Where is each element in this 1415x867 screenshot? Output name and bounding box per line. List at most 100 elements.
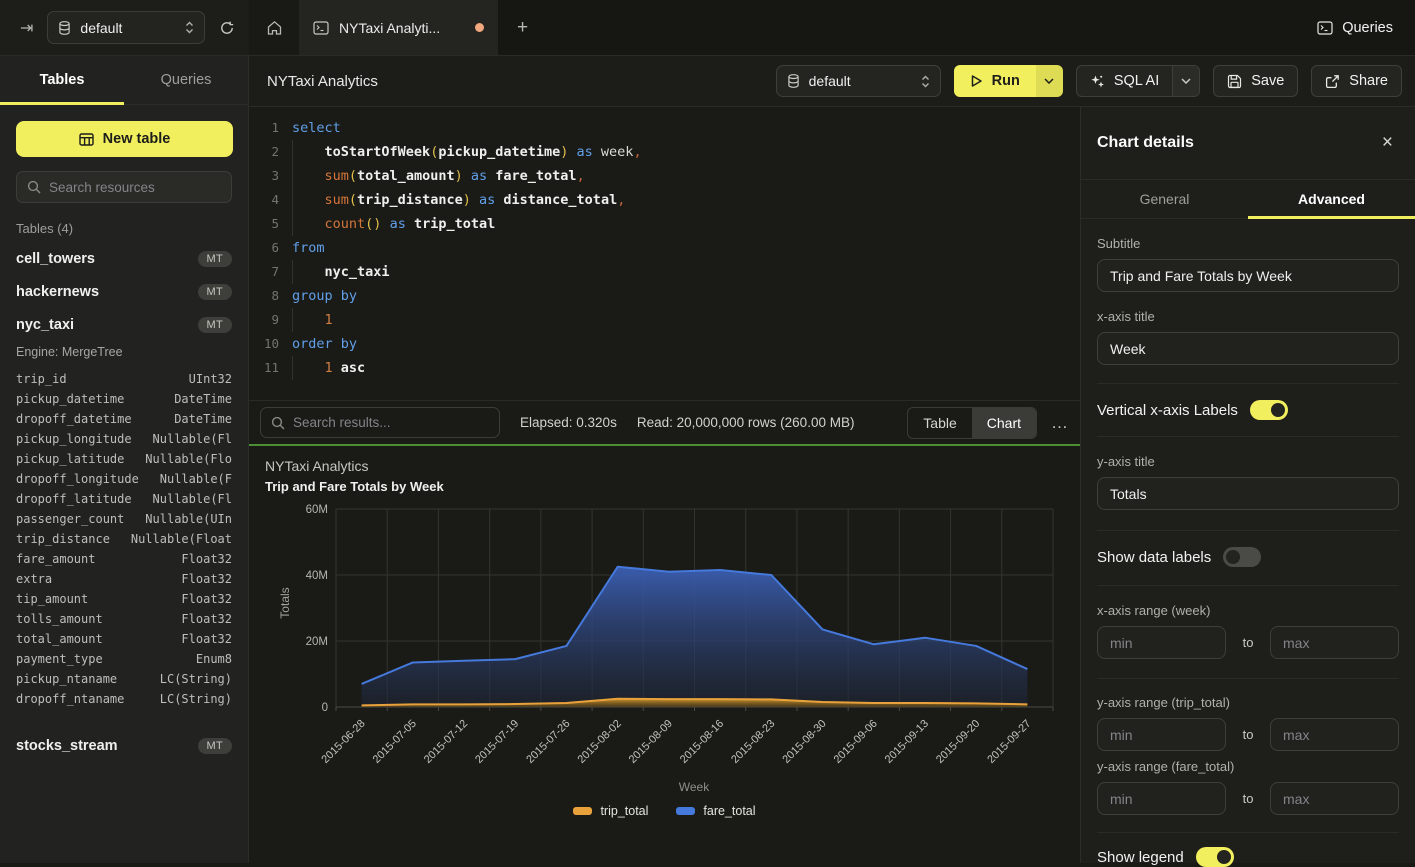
- table-row-cell_towers[interactable]: cell_towersMT: [16, 242, 232, 275]
- show-legend-row: Show legend: [1097, 847, 1399, 867]
- run-options-dropdown[interactable]: [1036, 65, 1063, 97]
- view-toggle-table[interactable]: Table: [908, 408, 971, 438]
- svg-text:2015-07-19: 2015-07-19: [473, 718, 521, 766]
- columns-list: trip_idUInt32pickup_datetimeDateTimedrop…: [16, 369, 232, 709]
- code-line: 8group by: [249, 284, 1080, 308]
- refresh-button[interactable]: [219, 20, 235, 36]
- column-row: fare_amountFloat32: [16, 549, 232, 569]
- query-tab[interactable]: NYTaxi Analyti...: [299, 0, 498, 55]
- column-row: trip_idUInt32: [16, 369, 232, 389]
- svg-text:60M: 60M: [306, 504, 328, 516]
- table-row-stocks_stream[interactable]: stocks_streamMT: [16, 729, 232, 762]
- collapse-sidebar-icon[interactable]: ⇥: [20, 18, 33, 38]
- table-row-hackernews[interactable]: hackernewsMT: [16, 275, 232, 308]
- svg-text:2015-07-05: 2015-07-05: [371, 718, 419, 766]
- to-label: to: [1226, 791, 1270, 806]
- chart-details-panel: Chart details × General Advanced Subtitl…: [1080, 107, 1415, 863]
- chevron-updown-icon: [921, 75, 930, 88]
- yrange-fare-min-input[interactable]: [1097, 782, 1226, 815]
- rows-read-stat: Read: 20,000,000 rows (260.00 MB): [637, 415, 855, 430]
- legend-swatch: [573, 807, 592, 815]
- app-root: { "colors": { "accent_yellow": "#F2EF5E"…: [0, 0, 1415, 863]
- unsaved-indicator-dot: [475, 23, 484, 32]
- tab-general[interactable]: General: [1081, 180, 1248, 218]
- database-selector-top[interactable]: default: [47, 11, 205, 44]
- line-number: 5: [249, 212, 279, 236]
- column-row: passenger_countNullable(UIn: [16, 509, 232, 529]
- toolbar-actions: default Run SQL AI: [776, 65, 1402, 97]
- svg-text:2015-09-13: 2015-09-13: [883, 718, 931, 766]
- code-line: 1select: [249, 116, 1080, 140]
- table-name: nyc_taxi: [16, 317, 74, 333]
- yrange-trip-label: y-axis range (trip_total): [1097, 695, 1399, 710]
- share-button[interactable]: Share: [1311, 65, 1402, 97]
- yrange-trip-min-input[interactable]: [1097, 718, 1226, 751]
- database-icon: [787, 74, 800, 88]
- xrange-label: x-axis range (week): [1097, 603, 1399, 618]
- terminal-icon: [313, 21, 329, 35]
- legend-swatch: [676, 807, 695, 815]
- run-button[interactable]: Run: [954, 65, 1063, 97]
- sidebar-tab-queries[interactable]: Queries: [124, 56, 248, 104]
- line-number: 11: [249, 356, 279, 380]
- yaxis-title-input[interactable]: [1097, 477, 1399, 510]
- more-options-button[interactable]: …: [1051, 418, 1069, 428]
- view-toggle-chart[interactable]: Chart: [972, 408, 1036, 438]
- svg-text:2015-09-27: 2015-09-27: [985, 718, 1033, 766]
- xaxis-title-input[interactable]: [1097, 332, 1399, 365]
- table-name: cell_towers: [16, 251, 95, 267]
- to-label: to: [1226, 727, 1270, 742]
- run-button-label: Run: [992, 73, 1020, 89]
- new-table-label: New table: [103, 131, 171, 147]
- legend-item-trip_total[interactable]: trip_total: [573, 804, 648, 818]
- close-icon[interactable]: ×: [1382, 132, 1393, 154]
- vertical-labels-label: Vertical x-axis Labels: [1097, 402, 1238, 419]
- yrange-fare-max-input[interactable]: [1270, 782, 1399, 815]
- column-row: trip_distanceNullable(Float: [16, 529, 232, 549]
- sidebar: Tables Queries New table Tables (4) cell…: [0, 56, 249, 863]
- yaxis-title-label: y-axis title: [1097, 454, 1399, 469]
- search-resources-input[interactable]: [49, 180, 221, 195]
- column-row: dropoff_datetimeDateTime: [16, 409, 232, 429]
- sql-ai-label: SQL AI: [1114, 73, 1159, 89]
- results-search: [260, 407, 500, 438]
- panel-body: Subtitle x-axis title Vertical x-axis La…: [1081, 236, 1415, 867]
- save-button[interactable]: Save: [1213, 65, 1298, 97]
- subtitle-input[interactable]: [1097, 259, 1399, 292]
- panel-header: Chart details ×: [1081, 107, 1415, 180]
- engine-badge: MT: [198, 317, 232, 333]
- database-selector-toolbar[interactable]: default: [776, 65, 941, 97]
- data-labels-row: Show data labels: [1097, 547, 1399, 567]
- divider: [1097, 383, 1399, 384]
- column-row: dropoff_latitudeNullable(Fl: [16, 489, 232, 509]
- tables-section-label: Tables (4): [16, 221, 232, 236]
- code-line: 6from: [249, 236, 1080, 260]
- search-results-input[interactable]: [293, 415, 489, 430]
- yrange-trip-max-input[interactable]: [1270, 718, 1399, 751]
- svg-text:2015-08-02: 2015-08-02: [576, 718, 624, 766]
- line-number: 2: [249, 140, 279, 164]
- code-line: 3 sum(total_amount) as fare_total,: [249, 164, 1080, 188]
- chart-legend: trip_total fare_total: [249, 804, 1080, 818]
- legend-item-fare_total[interactable]: fare_total: [676, 804, 755, 818]
- queries-button[interactable]: Queries: [1317, 0, 1393, 55]
- new-table-button[interactable]: New table: [16, 121, 233, 157]
- save-icon: [1227, 74, 1242, 89]
- tab-advanced[interactable]: Advanced: [1248, 180, 1415, 218]
- xrange-min-input[interactable]: [1097, 626, 1226, 659]
- sidebar-tab-tables[interactable]: Tables: [0, 56, 124, 104]
- show-legend-toggle[interactable]: [1196, 847, 1234, 867]
- vertical-labels-toggle[interactable]: [1250, 400, 1288, 420]
- home-tab[interactable]: [249, 0, 299, 55]
- sql-editor[interactable]: 1select2 toStartOfWeek(pickup_datetime) …: [249, 107, 1080, 400]
- xrange-max-input[interactable]: [1270, 626, 1399, 659]
- data-labels-toggle[interactable]: [1223, 547, 1261, 567]
- sql-ai-dropdown[interactable]: [1172, 66, 1199, 96]
- svg-text:2015-07-12: 2015-07-12: [422, 718, 470, 766]
- new-tab-button[interactable]: +: [498, 0, 547, 55]
- engine-badge: MT: [198, 738, 232, 754]
- table-row-nyc_taxi[interactable]: nyc_taxi MT: [16, 308, 232, 341]
- column-row: dropoff_ntanameLC(String): [16, 689, 232, 709]
- panel-title: Chart details: [1097, 134, 1194, 152]
- sql-ai-button[interactable]: SQL AI: [1076, 65, 1200, 97]
